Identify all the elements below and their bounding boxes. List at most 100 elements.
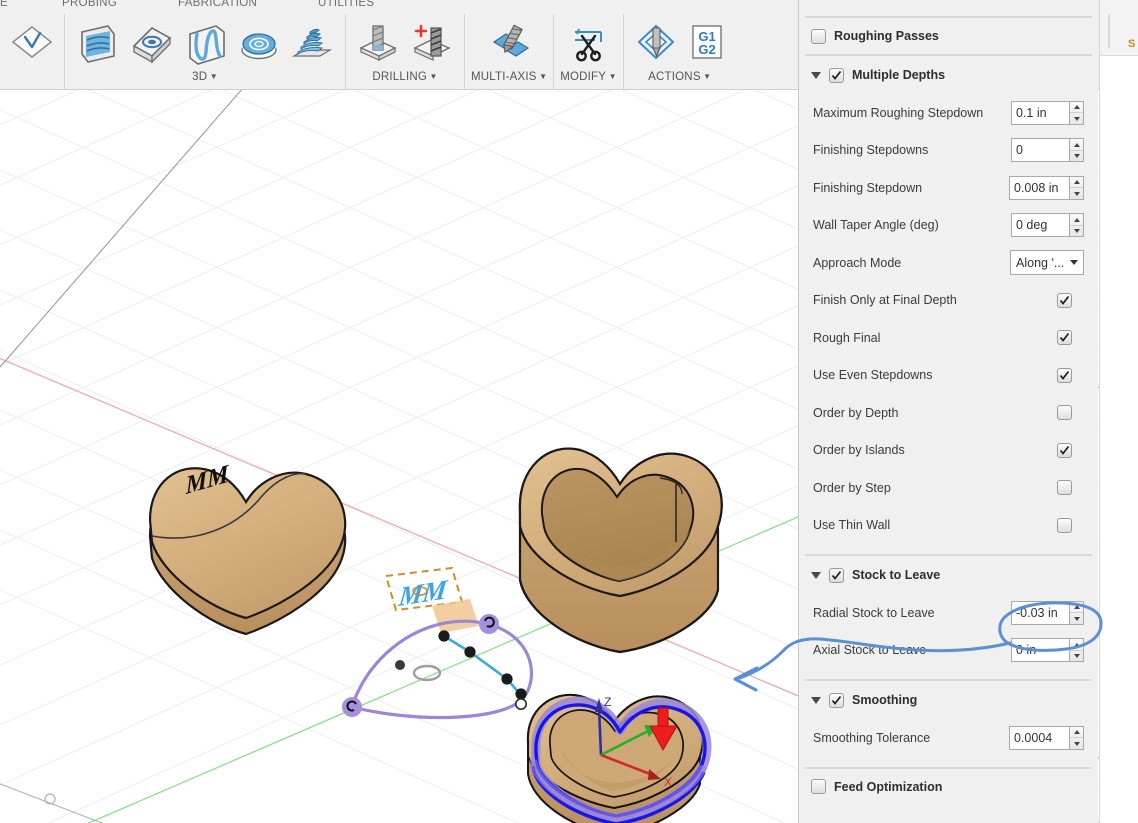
- spinner-down-icon[interactable]: [1070, 613, 1083, 624]
- spinner-down-icon[interactable]: [1070, 226, 1083, 237]
- toolpath-node[interactable]: [501, 673, 513, 685]
- ribbon-tab-probing[interactable]: PROBING: [62, 0, 117, 9]
- finishing-stepdowns-field[interactable]: [1011, 138, 1084, 163]
- finishing-stepdown-spinner[interactable]: [1069, 175, 1084, 200]
- spinner-down-icon[interactable]: [1070, 113, 1083, 124]
- adaptive-clearing-button[interactable]: [71, 15, 123, 69]
- ribbon-group-label-drilling[interactable]: DRILLING ▼: [372, 71, 437, 83]
- ribbon-group-label-actions[interactable]: ACTIONS ▼: [648, 71, 711, 83]
- maximum-roughing-stepdown-spinner[interactable]: [1069, 100, 1084, 125]
- ribbon-tab-e[interactable]: E: [0, 0, 8, 9]
- spinner-down-icon[interactable]: [1070, 151, 1083, 162]
- ribbon-tab-utilities[interactable]: UTILITIES: [318, 0, 374, 9]
- check-icon: [831, 70, 842, 80]
- chevron-down-icon-multi-axis[interactable]: ▼: [537, 72, 548, 81]
- radial-stock-to-leave-spinner[interactable]: [1069, 600, 1084, 625]
- radial-stock-to-leave-input[interactable]: [1011, 600, 1069, 625]
- linking-move-path[interactable]: [443, 634, 521, 695]
- drill-button[interactable]: [352, 15, 404, 69]
- rotate-handle-right[interactable]: [479, 614, 499, 634]
- toolpath-node[interactable]: [395, 660, 405, 670]
- chevron-down-icon-smoothing[interactable]: [811, 696, 821, 704]
- maximum-roughing-stepdown-input[interactable]: [1011, 100, 1069, 125]
- finishing-stepdowns-spinner[interactable]: [1069, 138, 1084, 163]
- toolpath-node[interactable]: [464, 646, 476, 658]
- ribbon-group-label-3d[interactable]: 3D ▼: [192, 71, 218, 83]
- ribbon-group-label-modify[interactable]: MODIFY ▼: [560, 71, 616, 83]
- maximum-roughing-stepdown-field[interactable]: [1011, 100, 1084, 125]
- roughing-passes-checkbox[interactable]: [811, 28, 826, 44]
- simulate-button[interactable]: [630, 15, 682, 69]
- order-by-step-checkbox[interactable]: [1057, 480, 1072, 496]
- chevron-down-icon-multiple-depths[interactable]: [811, 71, 821, 79]
- radial-stock-to-leave-field[interactable]: [1011, 600, 1084, 625]
- spinner-up-icon[interactable]: [1070, 639, 1083, 651]
- chevron-down-icon-approach-mode[interactable]: [1070, 260, 1078, 266]
- spinner-up-icon[interactable]: [1070, 139, 1083, 151]
- parallel-3d-button[interactable]: [179, 15, 231, 69]
- spinner-up-icon[interactable]: [1070, 602, 1083, 614]
- smoothing-tolerance-field[interactable]: [1009, 725, 1084, 750]
- axial-stock-to-leave-input[interactable]: [1011, 638, 1069, 663]
- wall-taper-angle-input[interactable]: [1011, 213, 1069, 238]
- toolpath-node[interactable]: [438, 630, 450, 642]
- stock-to-leave-checkbox[interactable]: [829, 567, 844, 583]
- rough-final-checkbox[interactable]: [1057, 330, 1072, 346]
- section-roughing-passes[interactable]: Roughing Passes: [799, 18, 1098, 54]
- finishing-stepdowns-input[interactable]: [1011, 138, 1069, 163]
- model-heart-box[interactable]: [518, 447, 723, 654]
- rotate-handle-left[interactable]: [342, 697, 362, 717]
- smoothing-tolerance-input[interactable]: [1009, 725, 1069, 750]
- feed-optimization-checkbox[interactable]: [811, 779, 826, 794]
- finishing-stepdown-field[interactable]: [1009, 175, 1084, 200]
- contour-3d-button[interactable]: [287, 15, 339, 69]
- chevron-down-icon-modify[interactable]: ▼: [606, 72, 617, 81]
- right-edge-panel[interactable]: S: [1099, 0, 1138, 823]
- axial-stock-to-leave-spinner[interactable]: [1069, 638, 1084, 663]
- multiple-depths-checkbox[interactable]: [829, 67, 844, 83]
- spinner-up-icon[interactable]: [1070, 177, 1083, 189]
- smoothing-tolerance-spinner[interactable]: [1069, 725, 1084, 750]
- ribbon-group-label-multi-axis[interactable]: MULTI-AXIS ▼: [471, 71, 547, 83]
- model-heart-toolpath[interactable]: Z X: [526, 693, 712, 823]
- toolpath-node[interactable]: [515, 688, 527, 700]
- chevron-down-icon-actions[interactable]: ▼: [701, 72, 712, 81]
- spinner-down-icon[interactable]: [1070, 738, 1083, 749]
- right-edge-marker[interactable]: S: [1128, 38, 1135, 50]
- spinner-down-icon[interactable]: [1070, 651, 1083, 662]
- trim-toolpath-button[interactable]: [562, 15, 614, 69]
- order-by-islands-checkbox[interactable]: [1057, 442, 1072, 458]
- order-by-depth-checkbox[interactable]: [1057, 405, 1072, 421]
- wall-taper-angle-field[interactable]: [1011, 213, 1084, 238]
- spinner-down-icon[interactable]: [1070, 188, 1083, 199]
- ribbon-tab-fabrication[interactable]: FABRICATION: [178, 0, 257, 9]
- spinner-up-icon[interactable]: [1070, 102, 1083, 114]
- section-multiple-depths[interactable]: Multiple Depths: [799, 56, 1098, 94]
- chevron-down-icon-stock-to-leave[interactable]: [811, 571, 821, 579]
- toolpath-endpoint[interactable]: [514, 697, 527, 710]
- spinner-up-icon[interactable]: [1070, 214, 1083, 226]
- smoothing-checkbox[interactable]: [829, 692, 844, 708]
- pocket-clearing-button[interactable]: [125, 15, 177, 69]
- finish-only-at-final-depth-checkbox[interactable]: [1057, 292, 1072, 308]
- multi-axis-button[interactable]: [483, 15, 535, 69]
- spinner-up-icon[interactable]: [1070, 727, 1083, 739]
- wall-taper-angle-spinner[interactable]: [1069, 213, 1084, 238]
- sketch-and-lead-toolpath[interactable]: MM: [342, 566, 534, 720]
- section-smoothing[interactable]: Smoothing: [799, 681, 1098, 719]
- post-process-button[interactable]: G1 G2: [684, 15, 730, 69]
- scallop-3d-button[interactable]: [233, 15, 285, 69]
- axial-stock-to-leave-field[interactable]: [1011, 638, 1084, 663]
- operation-properties-panel[interactable]: Roughing Passes Multiple Depths Maximum …: [798, 0, 1098, 823]
- section-feed-optimization[interactable]: Feed Optimization: [799, 769, 1098, 805]
- chevron-down-icon-3d[interactable]: ▼: [207, 72, 218, 81]
- finishing-stepdown-input[interactable]: [1009, 175, 1069, 200]
- use-thin-wall-checkbox[interactable]: [1057, 517, 1072, 533]
- use-even-stepdowns-checkbox[interactable]: [1057, 367, 1072, 383]
- drill-add-button[interactable]: [406, 15, 458, 69]
- approach-mode-dropdown[interactable]: Along '...: [1010, 250, 1084, 276]
- section-stock-to-leave[interactable]: Stock to Leave: [799, 556, 1098, 594]
- chevron-down-icon-drilling[interactable]: ▼: [427, 72, 438, 81]
- probe-wcs-button[interactable]: [6, 15, 58, 69]
- model-heart-lid[interactable]: MM: [148, 459, 347, 636]
